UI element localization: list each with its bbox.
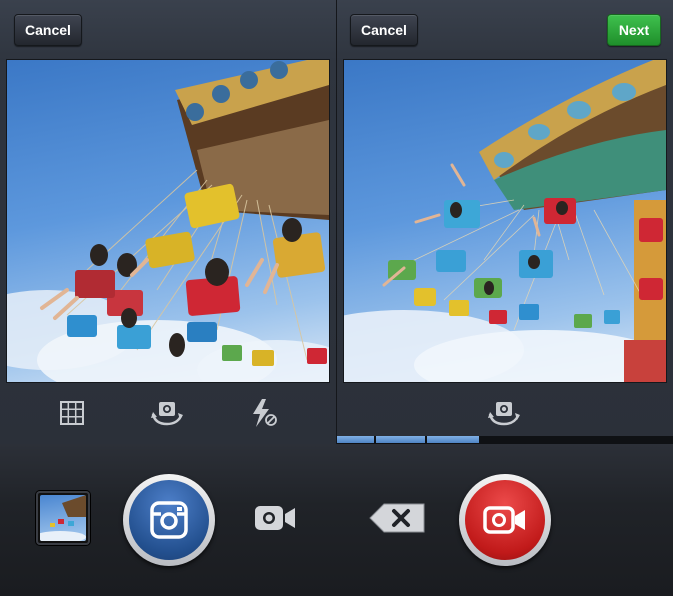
- swing-ride-image-right: [344, 60, 666, 382]
- flip-camera-button-left[interactable]: [150, 396, 184, 430]
- record-video-button[interactable]: [459, 474, 551, 566]
- delete-backspace-icon: [369, 503, 425, 533]
- grid-icon: [60, 401, 84, 425]
- camera-shutter-face: [129, 480, 209, 560]
- camera-preview-left[interactable]: [7, 60, 329, 382]
- next-button[interactable]: Next: [607, 14, 661, 46]
- flip-camera-icon: [151, 402, 183, 426]
- camera-shutter-button[interactable]: [123, 474, 215, 566]
- camera-icon: [150, 501, 188, 539]
- swing-ride-image-left: [7, 60, 329, 382]
- gallery-thumbnail-image: [40, 495, 86, 541]
- video-camera-icon: [255, 506, 295, 530]
- video-progress-segment: [376, 436, 425, 443]
- gallery-thumbnail-button[interactable]: [36, 491, 90, 545]
- video-progress-segment: [427, 436, 479, 443]
- video-record-icon: [483, 506, 525, 534]
- flip-camera-button-right[interactable]: [487, 396, 521, 430]
- cancel-button-right[interactable]: Cancel: [350, 14, 418, 46]
- bottom-toolbar: [0, 444, 673, 596]
- flash-off-icon: [253, 399, 277, 427]
- switch-to-video-button[interactable]: [253, 501, 297, 535]
- cancel-button-left[interactable]: Cancel: [14, 14, 82, 46]
- flip-camera-icon: [488, 402, 520, 426]
- video-progress-segment: [337, 436, 374, 443]
- grid-toggle-button[interactable]: [55, 396, 89, 430]
- delete-clip-button[interactable]: [367, 501, 427, 535]
- record-video-face: [465, 480, 545, 560]
- camera-preview-right[interactable]: [344, 60, 666, 382]
- flash-off-button[interactable]: [247, 396, 281, 430]
